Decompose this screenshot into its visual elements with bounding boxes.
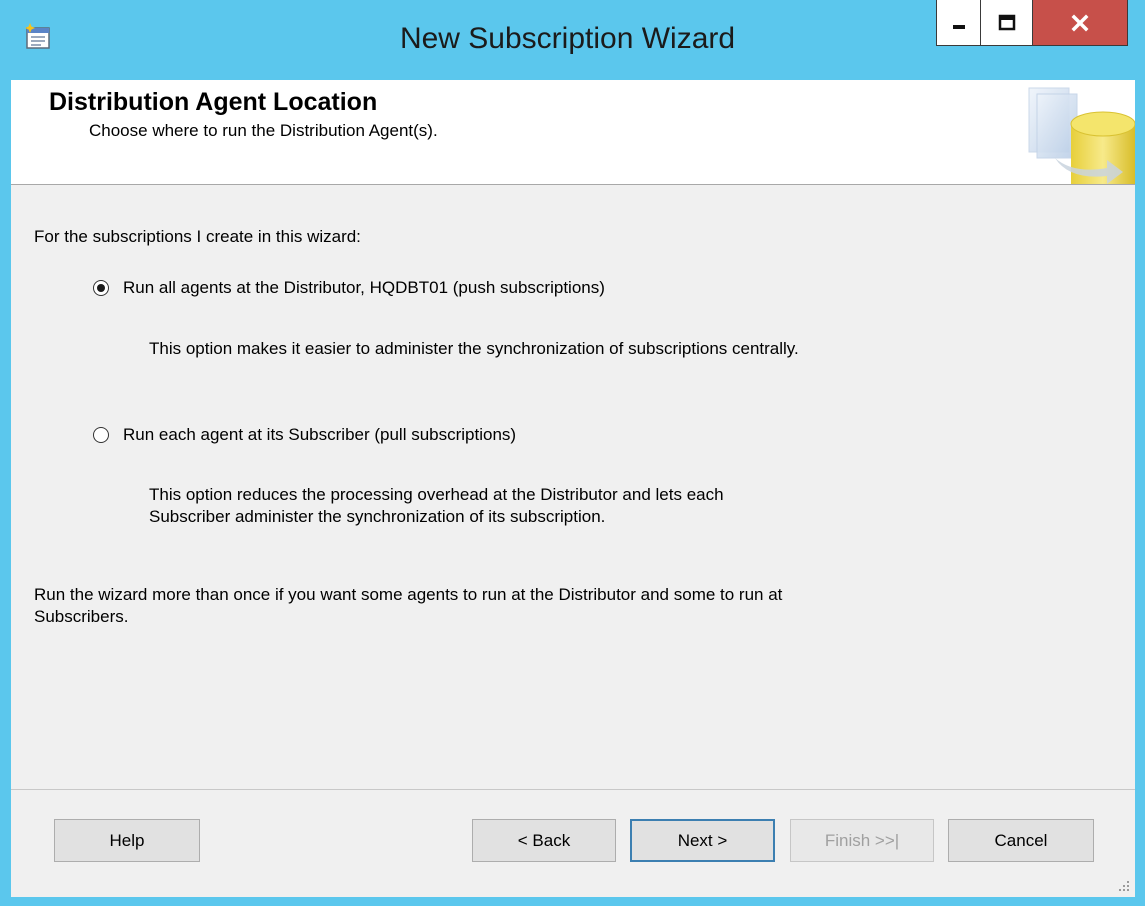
back-button[interactable]: < Back (472, 819, 616, 862)
resize-grip-icon[interactable] (1117, 879, 1131, 893)
pull-option-description: This option reduces the processing overh… (149, 485, 724, 526)
close-button[interactable] (1033, 0, 1128, 46)
help-button[interactable]: Help (54, 819, 200, 862)
minimize-button[interactable] (936, 0, 981, 46)
wizard-window: New Subscription Wizard Distribution Age… (0, 0, 1145, 906)
wizard-footer: Help < Back Next > Finish >>| Cancel (11, 789, 1135, 897)
pull-subscriptions-radio[interactable] (93, 427, 109, 443)
pull-subscriptions-option[interactable]: Run each agent at its Subscriber (pull s… (93, 425, 516, 445)
push-subscriptions-radio[interactable] (93, 280, 109, 296)
wizard-note: Run the wizard more than once if you wan… (34, 585, 783, 626)
next-button[interactable]: Next > (630, 819, 775, 862)
pull-subscriptions-label: Run each agent at its Subscriber (pull s… (123, 425, 517, 444)
intro-text: For the subscriptions I create in this w… (34, 227, 361, 246)
minimize-icon (952, 24, 965, 29)
wizard-client-area: Distribution Agent Location Choose where… (11, 80, 1135, 897)
title-bar[interactable]: New Subscription Wizard (0, 0, 1145, 80)
cancel-button[interactable]: Cancel (948, 819, 1094, 862)
maximize-icon (998, 14, 1015, 30)
push-option-description: This option makes it easier to administe… (149, 339, 799, 358)
wizard-header: Distribution Agent Location Choose where… (11, 80, 1135, 185)
page-subtitle: Choose where to run the Distribution Age… (89, 121, 438, 140)
maximize-button[interactable] (981, 0, 1033, 46)
page-title: Distribution Agent Location (49, 88, 378, 116)
finish-button: Finish >>| (790, 819, 934, 862)
close-icon (1071, 14, 1089, 31)
push-subscriptions-option[interactable]: Run all agents at the Distributor, HQDBT… (93, 278, 605, 298)
database-graphic-icon (1028, 87, 1135, 184)
push-subscriptions-label: Run all agents at the Distributor, HQDBT… (123, 278, 605, 297)
